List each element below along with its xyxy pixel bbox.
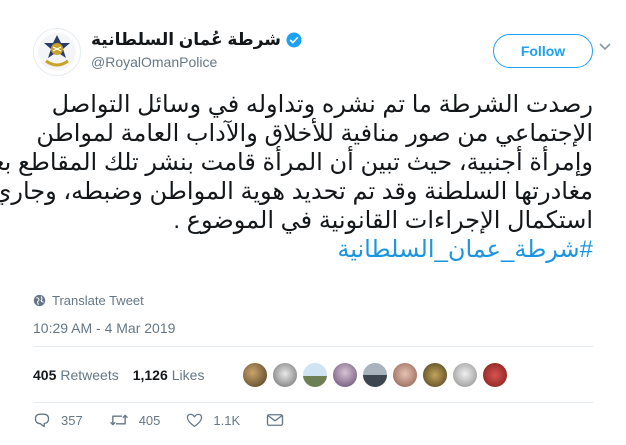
user-info: شرطة عُمان السلطانية @RoyalOmanPolice	[91, 30, 303, 70]
tweet-stats: 405 Retweets 1,126 Likes	[33, 361, 512, 389]
retweets-stat[interactable]: 405 Retweets	[33, 367, 119, 383]
reply-button[interactable]: 357	[33, 412, 83, 428]
retweet-count: 405	[138, 412, 161, 428]
display-name[interactable]: شرطة عُمان السلطانية	[91, 30, 281, 50]
liker-avatar[interactable]	[362, 362, 389, 388]
tweet-timestamp[interactable]: 10:29 AM - 4 Mar 2019	[33, 320, 175, 336]
tweet-text: رصدت الشرطة ما تم نشره وتداوله في وسائل …	[0, 90, 593, 264]
like-icon	[187, 413, 203, 428]
liker-avatar[interactable]	[452, 362, 479, 388]
user-handle[interactable]: @RoyalOmanPolice	[91, 54, 303, 70]
follow-button[interactable]: Follow	[493, 34, 593, 68]
retweet-icon	[109, 414, 128, 426]
like-button[interactable]: 1.1K	[186, 412, 240, 428]
tweet-line: استكمال الإجراءات القانونية في الموضوع .	[173, 207, 593, 234]
translate-label: Translate Tweet	[52, 293, 144, 308]
tweet-line: الإجتماعي من صور منافية للأخلاق والآداب …	[36, 120, 593, 147]
globe-icon	[33, 294, 46, 307]
liker-avatar[interactable]	[242, 362, 269, 388]
retweets-count: 405	[33, 367, 57, 383]
tweet-actions: 357 405 1.1K	[33, 412, 320, 428]
tweet-card: شرطة عُمان السلطانية @RoyalOmanPolice Fo…	[0, 0, 626, 445]
divider	[33, 346, 593, 347]
likes-count: 1,126	[132, 367, 168, 383]
divider	[33, 402, 593, 403]
direct-message-button[interactable]	[266, 413, 294, 427]
police-emblem-icon	[38, 33, 76, 71]
reply-count: 357	[61, 412, 83, 428]
liker-avatar[interactable]	[482, 362, 509, 388]
likes-label: Likes	[171, 367, 205, 383]
retweet-button[interactable]: 405	[109, 412, 161, 428]
name-row: شرطة عُمان السلطانية	[91, 30, 303, 50]
avatar[interactable]	[33, 28, 81, 76]
likes-stat[interactable]: 1,126 Likes	[133, 367, 205, 383]
translate-tweet-link[interactable]: Translate Tweet	[33, 293, 144, 308]
verified-badge-icon	[286, 32, 302, 48]
liker-avatars	[242, 362, 512, 388]
liker-avatar[interactable]	[332, 362, 359, 388]
tweet-line: مغادرتها السلطنة وقد تم تحديد هوية الموا…	[0, 178, 593, 205]
retweets-label: Retweets	[60, 367, 119, 383]
mail-icon	[266, 414, 284, 426]
caret-down-icon[interactable]	[597, 39, 613, 55]
tweet-line: وإمرأة أجنبية، حيث تبين أن المرأة قامت ب…	[0, 149, 593, 176]
hashtag-link[interactable]: #شرطة_عمان_السلطانية	[33, 235, 593, 264]
liker-avatar[interactable]	[272, 362, 299, 388]
liker-avatar[interactable]	[392, 362, 419, 388]
tweet-header: شرطة عُمان السلطانية @RoyalOmanPolice Fo…	[33, 24, 611, 76]
liker-avatar[interactable]	[422, 362, 449, 388]
reply-icon	[34, 413, 50, 428]
like-count: 1.1K	[213, 412, 241, 428]
tweet-line: رصدت الشرطة ما تم نشره وتداوله في وسائل …	[51, 91, 593, 118]
liker-avatar[interactable]	[302, 362, 329, 388]
